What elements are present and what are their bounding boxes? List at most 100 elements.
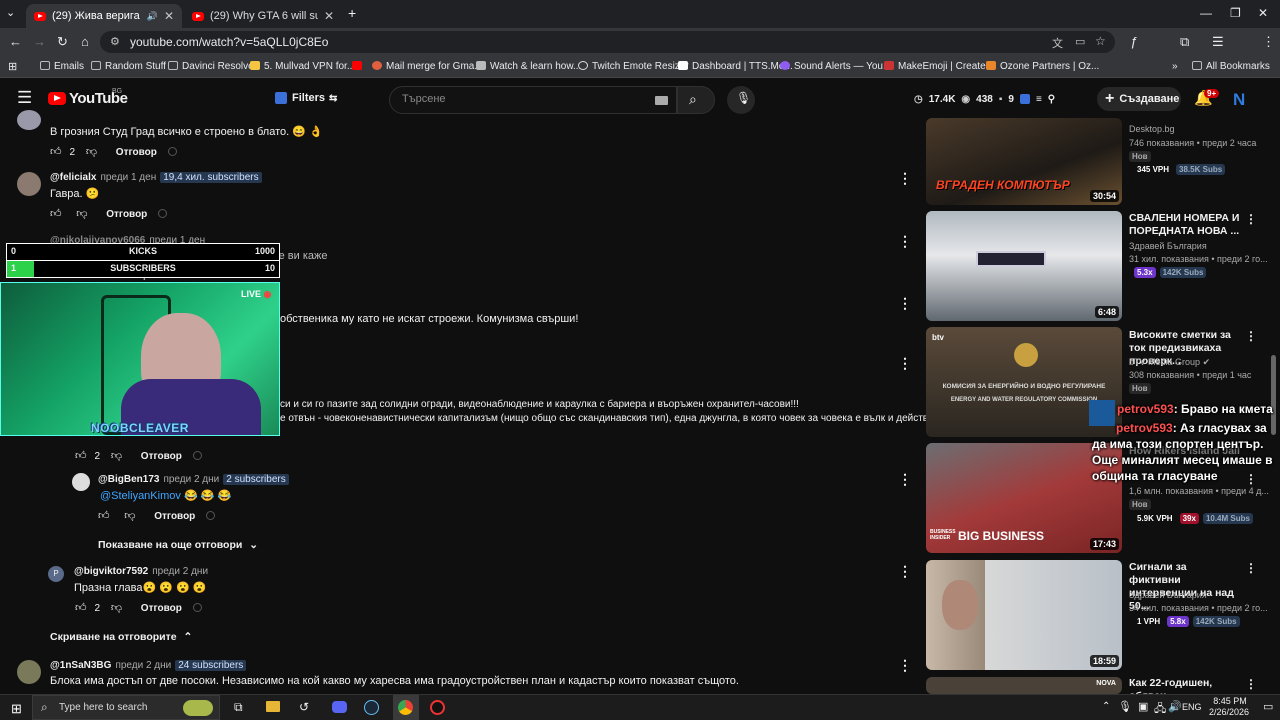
video-title[interactable]: СВАЛЕНИ НОМЕРА И ПОРЕДНАТА НОВА ... <box>1129 212 1241 238</box>
reply-button[interactable]: Отговор <box>141 603 182 614</box>
discord-icon[interactable] <box>332 701 347 713</box>
video-menu-icon[interactable]: ⋮ <box>1245 561 1257 575</box>
restore-icon[interactable]: ❐ <box>1230 6 1241 20</box>
avatar[interactable] <box>72 473 90 491</box>
reply-button[interactable]: Отговор <box>141 451 182 462</box>
account-avatar[interactable]: N <box>1233 90 1245 110</box>
avatar[interactable] <box>17 660 41 684</box>
video-thumbnail[interactable]: NOVA <box>926 677 1122 694</box>
dislike-icon[interactable]: 👎︎ <box>124 509 135 522</box>
filters-button[interactable]: Filters ⇆ <box>268 86 338 110</box>
close-window-icon[interactable]: ✕ <box>1258 6 1268 20</box>
hide-replies[interactable]: Скриване на отговорите ⌃ <box>50 631 192 643</box>
menu-icon[interactable]: ⋮ <box>1262 34 1275 50</box>
apps-grid-icon[interactable]: ⊞ <box>8 60 17 73</box>
reply-button[interactable]: Отговор <box>106 209 147 220</box>
bookmark-watch-learn[interactable]: Watch & learn how... <box>476 61 581 72</box>
comment-time[interactable]: преди 2 дни <box>115 660 171 671</box>
video-menu-icon[interactable]: ⋮ <box>1245 677 1257 691</box>
hamburger-menu-icon[interactable]: ☰ <box>17 88 32 108</box>
bookmark-davinci[interactable]: Davinci Resolve <box>168 61 254 72</box>
clock-time[interactable]: 8:45 PM <box>1208 696 1252 706</box>
chrome-icon[interactable] <box>398 700 413 715</box>
volume-tray-icon[interactable]: 🔊 <box>1168 700 1182 713</box>
like-icon[interactable]: 👍︎ <box>50 207 62 220</box>
reply-button[interactable]: Отговор <box>116 147 157 158</box>
video-thumbnail[interactable]: 18:59 <box>926 560 1122 670</box>
avatar[interactable] <box>17 172 41 196</box>
like-icon[interactable]: 👍︎ <box>98 509 110 522</box>
bookmark-random-stuff[interactable]: Random Stuff <box>91 61 166 72</box>
bookmark-emails[interactable]: Emails <box>40 61 84 72</box>
create-button[interactable]: + Създаване <box>1097 87 1181 111</box>
voice-search-button[interactable]: 🎙 <box>727 86 755 114</box>
windows-start-icon[interactable]: ⊞ <box>11 701 22 717</box>
username[interactable]: @felicialx <box>50 172 96 183</box>
username[interactable]: @bigviktor7592 <box>74 566 148 577</box>
comment-menu-icon[interactable]: ⋮ <box>898 563 912 580</box>
tab-gta[interactable]: (29) Why GTA 6 will suck. - YouT ✕ <box>184 4 342 28</box>
extra-icon[interactable] <box>167 147 177 156</box>
task-view-icon[interactable]: ⧉ <box>234 700 243 715</box>
keyboard-icon[interactable] <box>655 96 668 105</box>
extra-icon[interactable] <box>158 209 168 218</box>
avatar[interactable] <box>17 110 41 130</box>
tab-search-icon[interactable]: ⌄ <box>6 6 15 19</box>
steam-icon[interactable] <box>364 700 379 715</box>
comment-time[interactable]: преди 2 дни <box>152 566 208 577</box>
like-icon[interactable]: 👍︎ <box>75 601 87 614</box>
extra-icon[interactable] <box>192 603 202 612</box>
video-thumbnail[interactable]: ВГРАДЕН КОМПЮТЪР 30:54 <box>926 118 1122 205</box>
reply-button[interactable]: Отговор <box>154 511 195 522</box>
search-input[interactable]: Търсене <box>389 86 677 114</box>
forward-icon[interactable]: → <box>33 34 46 49</box>
bookmark-sound-alerts[interactable]: Sound Alerts — You... <box>780 61 891 72</box>
network-tray-icon[interactable]: 🖧 <box>1154 700 1166 719</box>
comment-menu-icon[interactable]: ⋮ <box>898 295 912 312</box>
address-bar[interactable]: ⚙ youtube.com/watch?v=5aQLL0jC8Eo 文 ▭ ☆ <box>100 31 1115 53</box>
display-tray-icon[interactable]: ▣ <box>1138 700 1148 713</box>
obs-icon[interactable] <box>430 700 445 715</box>
close-tab-icon[interactable]: ✕ <box>164 9 174 23</box>
avatar[interactable]: P <box>48 566 64 582</box>
taskbar-search-input[interactable]: ⌕ Type here to search <box>32 695 220 720</box>
dislike-icon[interactable]: 👎︎ <box>86 145 97 158</box>
channel-name[interactable]: Здравей България <box>1129 590 1207 600</box>
search-button[interactable]: ⌕ <box>677 86 715 114</box>
bookmark-star-icon[interactable]: ☆ <box>1095 34 1106 48</box>
mention-link[interactable]: @SteliyanKimov <box>100 490 181 502</box>
microphone-tray-icon[interactable]: 🎙 <box>1118 700 1132 713</box>
bookmark-twitch-resizer[interactable]: Twitch Emote Resizer <box>578 61 689 72</box>
channel-name[interactable]: Здравей България <box>1129 241 1207 251</box>
comment-menu-icon[interactable]: ⋮ <box>898 355 912 372</box>
reload-icon[interactable]: ↻ <box>57 34 68 50</box>
minimize-icon[interactable]: — <box>1200 6 1212 20</box>
comment-menu-icon[interactable]: ⋮ <box>898 657 912 674</box>
comment-time[interactable]: преди 2 дни <box>163 474 219 485</box>
clock-date[interactable]: 2/26/2026 <box>1204 707 1254 717</box>
channel-name[interactable]: bTV Media Group ✔ <box>1129 357 1210 368</box>
extension-icon[interactable] <box>1019 94 1030 104</box>
video-thumbnail[interactable]: 6:48 <box>926 211 1122 321</box>
extra-icon[interactable] <box>206 511 216 520</box>
close-tab-icon[interactable]: ✕ <box>324 9 334 23</box>
bookmarks-overflow-icon[interactable]: » <box>1172 61 1178 72</box>
video-menu-icon[interactable]: ⋮ <box>1245 212 1257 226</box>
channel-name[interactable]: Desktop.bg <box>1129 124 1175 134</box>
notification-center-icon[interactable]: ▭ <box>1263 700 1273 713</box>
tab-active[interactable]: (29) Жива верига пред бл... 🔊 ✕ <box>26 4 182 28</box>
comment-menu-icon[interactable]: ⋮ <box>898 233 912 250</box>
site-info-icon[interactable]: ⚙ <box>110 35 120 48</box>
language-indicator[interactable]: ENG <box>1182 702 1202 712</box>
broadcast-icon[interactable]: ⚲ <box>1048 94 1055 105</box>
bookmark-mullvad[interactable]: 5. Mullvad VPN for... <box>250 61 355 72</box>
username[interactable]: @1nSaN3BG <box>50 660 111 671</box>
like-icon[interactable]: 👍︎ <box>50 145 62 158</box>
show-more-replies[interactable]: Показване на още отговори ⌄ <box>98 539 258 551</box>
translate-icon[interactable]: 文 <box>1052 35 1063 51</box>
file-explorer-icon[interactable] <box>266 701 280 712</box>
comment-time[interactable]: преди 1 ден <box>100 172 156 183</box>
new-tab-icon[interactable]: + <box>348 5 356 21</box>
tray-overflow-icon[interactable]: ⌃ <box>1102 701 1110 712</box>
fx-icon[interactable]: ƒ <box>1130 34 1137 49</box>
